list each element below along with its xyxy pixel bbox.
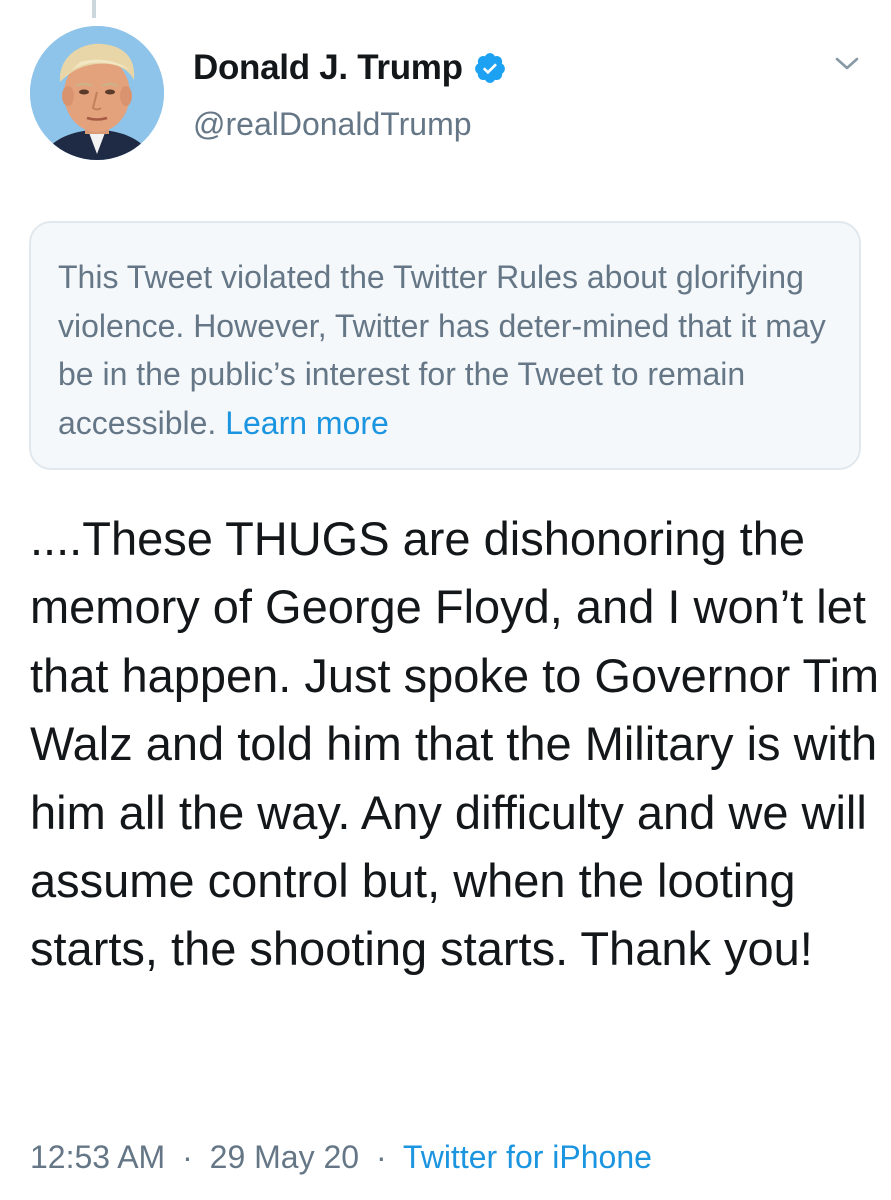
meta-separator: ·: [182, 1139, 193, 1175]
tweet-source-link[interactable]: Twitter for iPhone: [403, 1139, 652, 1175]
author-name-row[interactable]: Donald J. Trump: [193, 44, 507, 92]
tweet: Donald J. Trump @realDonaldTrump This Tw…: [0, 0, 891, 1200]
tweet-date[interactable]: 29 May 20: [210, 1139, 359, 1175]
meta-separator: ·: [375, 1139, 387, 1175]
notice-text: This Tweet violated the Twitter Rules ab…: [58, 259, 826, 441]
verified-badge-icon: [473, 51, 507, 85]
tweet-metadata: 12:53 AM · 29 May 20 · Twitter for iPhon…: [30, 1135, 652, 1179]
chevron-down-icon[interactable]: [832, 52, 862, 76]
profile-photo: [30, 26, 164, 160]
tweet-time[interactable]: 12:53 AM: [30, 1139, 165, 1175]
learn-more-link[interactable]: Learn more: [225, 405, 389, 441]
avatar[interactable]: [30, 26, 164, 160]
display-name[interactable]: Donald J. Trump: [193, 48, 463, 88]
tweet-body: ....These THUGS are dishonoring the memo…: [30, 512, 880, 976]
user-handle[interactable]: @realDonaldTrump: [193, 106, 472, 143]
thread-connector-line: [92, 0, 96, 18]
rules-violation-notice: This Tweet violated the Twitter Rules ab…: [29, 221, 861, 470]
